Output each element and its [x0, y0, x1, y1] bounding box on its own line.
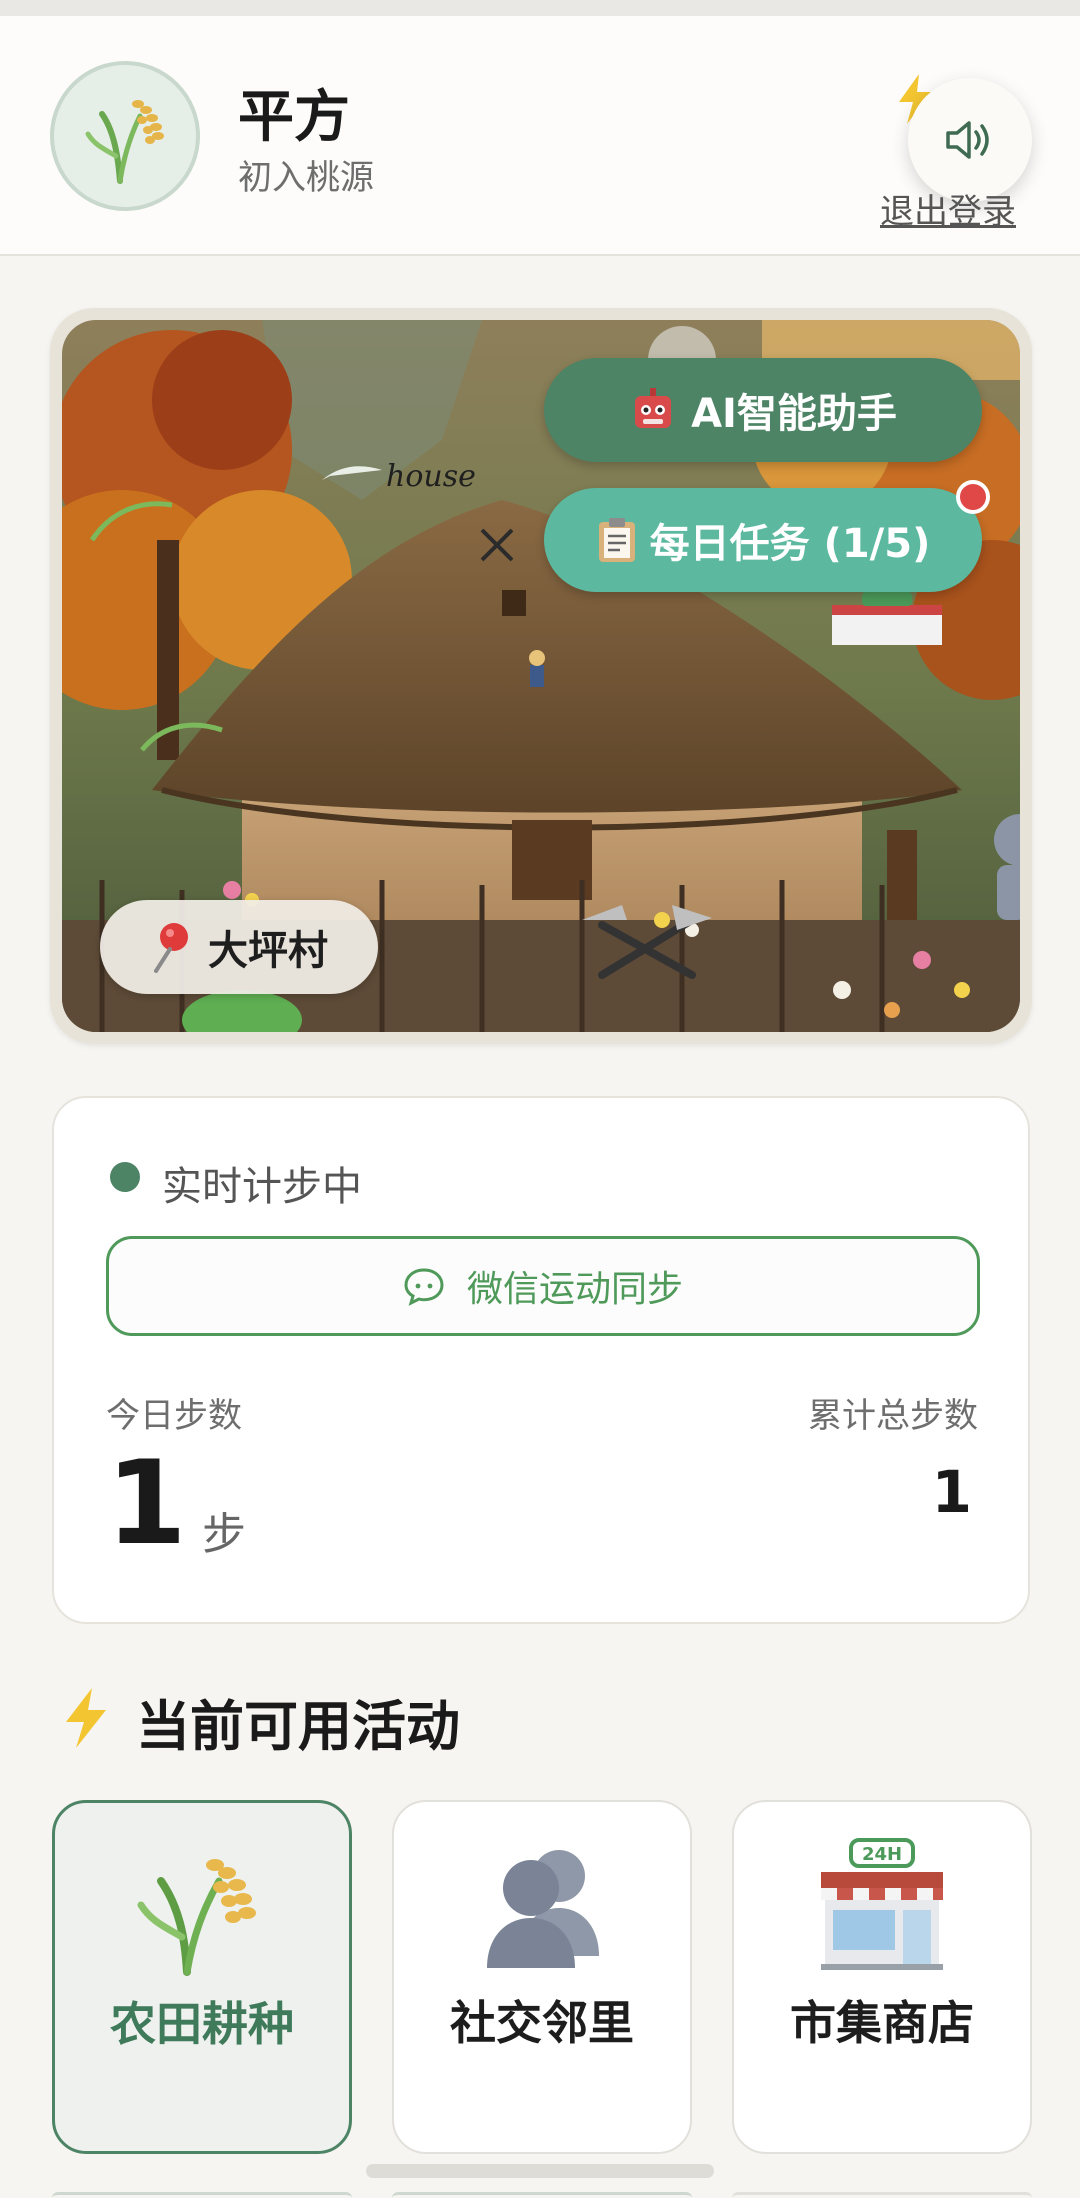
step-counter-card: 实时计步中 微信运动同步 今日步数 1 步 累计总步数 1 [52, 1096, 1030, 1624]
total-steps-label: 累计总步数 [808, 1396, 978, 1436]
activity-label: 社交邻里 [450, 1996, 634, 2050]
rice-plant-icon [85, 100, 164, 184]
wechat-sync-button[interactable]: 微信运动同步 [106, 1236, 980, 1336]
today-steps-label: 今日步数 [106, 1396, 242, 1436]
today-steps-unit: 步 [202, 1509, 246, 1560]
clipboard-icon [598, 518, 635, 562]
next-row-card-edge [732, 2192, 1032, 2198]
village-location-chip[interactable]: 大坪村 [100, 900, 378, 994]
activity-card-social[interactable]: 社交邻里 [392, 1800, 692, 2154]
logout-link[interactable]: 退出登录 [880, 184, 1016, 233]
ai-assistant-label: AI智能助手 [691, 391, 897, 437]
lightning-icon [66, 1688, 106, 1748]
app-header: 平方 初入桃源 退出登录 [0, 16, 1080, 256]
activity-label: 农田耕种 [110, 1997, 294, 2051]
live-status-text: 实时计步中 [162, 1164, 362, 1210]
activity-card-market[interactable]: 24H 市集商店 [732, 1800, 1032, 2154]
scene-sign-text: house [386, 459, 476, 494]
pin-icon [154, 923, 188, 973]
today-steps-value: 1 [106, 1436, 187, 1571]
wechat-sync-label: 微信运动同步 [466, 1269, 683, 1310]
svg-text:24H: 24H [862, 1844, 902, 1865]
ai-assistant-button[interactable]: AI智能助手 [544, 358, 982, 462]
chat-bubble-icon [404, 1268, 444, 1306]
activity-label: 市集商店 [790, 1996, 974, 2050]
speaker-icon [946, 121, 989, 159]
rice-plant-icon [137, 1859, 256, 1976]
robot-icon [635, 388, 672, 428]
next-row-card-edge [52, 2192, 352, 2198]
daily-task-label: 每日任务 (1/5) [649, 521, 931, 567]
status-bar [0, 0, 1080, 16]
user-name: 平方 [238, 85, 350, 150]
activity-card-farming[interactable]: 农田耕种 [52, 1800, 352, 2154]
home-indicator [366, 2164, 714, 2178]
section-title: 当前可用活动 [136, 1695, 460, 1758]
total-steps-value: 1 [931, 1458, 972, 1526]
live-status-dot [110, 1162, 140, 1192]
daily-task-button[interactable]: 每日任务 (1/5) [544, 488, 982, 592]
user-level: 初入桃源 [238, 158, 374, 198]
next-row-card-edge [392, 2192, 692, 2198]
notification-dot [956, 480, 990, 514]
avatar[interactable] [50, 61, 200, 211]
store-24h-icon: 24H [821, 1838, 943, 1970]
village-name: 大坪村 [208, 928, 328, 974]
people-icon [487, 1850, 599, 1968]
